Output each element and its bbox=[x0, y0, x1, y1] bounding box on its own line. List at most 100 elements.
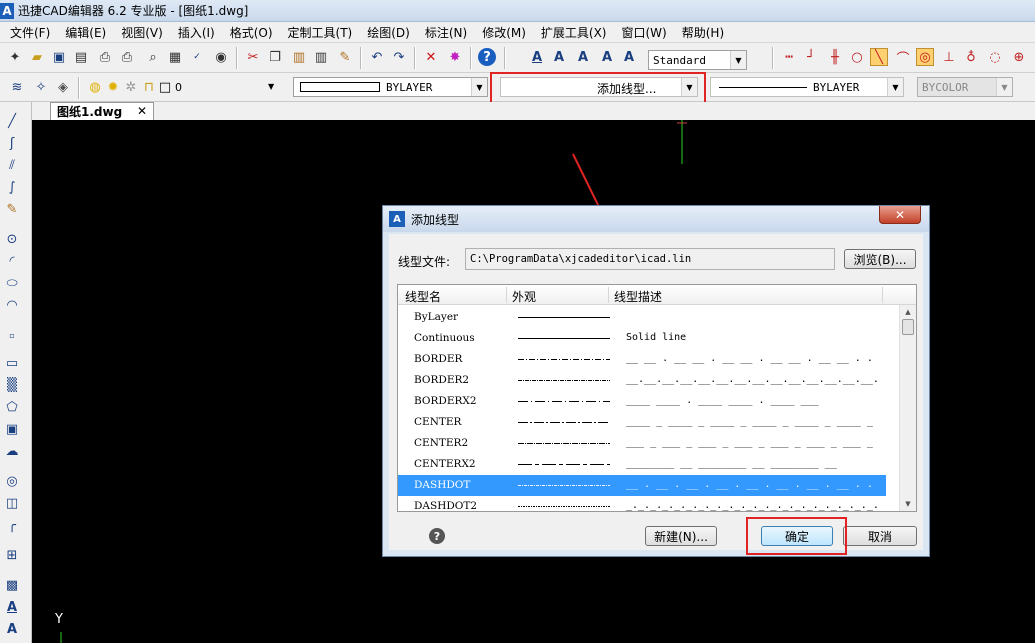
layer-chevron-down-icon[interactable]: ▼ bbox=[268, 82, 274, 91]
snap-midpoint-icon[interactable]: ┘ bbox=[802, 48, 820, 66]
scroll-down-icon[interactable]: ▼ bbox=[900, 497, 916, 511]
delete-icon[interactable]: ✕ bbox=[422, 48, 440, 66]
polygon-icon[interactable]: ⬠ bbox=[3, 398, 21, 416]
table-row[interactable]: DASHDOT __ . __ . __ . __ . __ . __ . __ … bbox=[398, 475, 886, 496]
fillet-icon[interactable]: ╭ bbox=[3, 516, 21, 534]
new-linetype-button[interactable]: 新建(N)... bbox=[645, 526, 717, 546]
table-icon[interactable]: ⊞ bbox=[3, 546, 21, 564]
menu-modify[interactable]: 修改(M) bbox=[472, 24, 531, 41]
circle-icon[interactable]: ⊙ bbox=[3, 230, 21, 248]
line-icon[interactable]: ╱ bbox=[3, 112, 21, 130]
layer-value[interactable]: 0 bbox=[175, 81, 182, 94]
region-icon[interactable]: ▣ bbox=[3, 420, 21, 438]
column-header-name[interactable]: 线型名 bbox=[405, 288, 441, 305]
table-row[interactable]: BORDERX2 ____ ____ . ____ ____ . ____ ___ bbox=[398, 391, 886, 412]
hatch-icon[interactable]: ▒ bbox=[3, 376, 21, 394]
match-properties-icon[interactable]: ✎ bbox=[336, 48, 354, 66]
tab-close-icon[interactable]: ✕ bbox=[137, 104, 147, 118]
edit-text-icon[interactable]: A bbox=[574, 48, 592, 66]
print-preview-icon[interactable]: ⌕ bbox=[144, 48, 162, 66]
text-tool-icon[interactable]: A bbox=[3, 598, 21, 616]
layer-freeze-sun-icon[interactable]: ✹ bbox=[104, 78, 122, 96]
menu-help[interactable]: 帮助(H) bbox=[672, 24, 729, 41]
chevron-down-icon[interactable]: ▼ bbox=[730, 51, 746, 69]
dialog-title-bar[interactable]: A 添加线型 ✕ bbox=[383, 206, 929, 232]
print-icon[interactable]: ⎙ bbox=[96, 48, 114, 66]
donut-icon[interactable]: ◎ bbox=[3, 472, 21, 490]
explode-icon[interactable]: ✸ bbox=[446, 48, 464, 66]
open-folder-icon[interactable]: ▰ bbox=[28, 48, 46, 66]
menu-custom-tools[interactable]: 定制工具(T) bbox=[278, 24, 358, 41]
menu-insert[interactable]: 插入(I) bbox=[168, 24, 220, 41]
multiline-icon[interactable]: ⫽ bbox=[3, 156, 21, 174]
scroll-thumb[interactable] bbox=[902, 319, 914, 335]
rectangle-icon[interactable]: ▭ bbox=[3, 354, 21, 372]
point-icon[interactable]: ▫ bbox=[3, 326, 21, 344]
cut-icon[interactable]: ✂ bbox=[244, 48, 262, 66]
gradient-icon[interactable]: ▩ bbox=[3, 576, 21, 594]
browse-button[interactable]: 浏览(B)... bbox=[844, 249, 916, 269]
table-row[interactable]: BORDER2 __.__.__.__.__.__.__.__.__.__.__.… bbox=[398, 370, 886, 391]
table-row[interactable]: ByLayer bbox=[398, 307, 886, 328]
paste-icon[interactable]: ▥ bbox=[290, 48, 308, 66]
menu-extended-tools[interactable]: 扩展工具(X) bbox=[531, 24, 612, 41]
menu-view[interactable]: 视图(V) bbox=[111, 24, 168, 41]
menu-file[interactable]: 文件(F) bbox=[0, 24, 55, 41]
column-header-description[interactable]: 线型描述 bbox=[614, 288, 662, 305]
table-row[interactable]: CENTER2 ___ _ ___ _ ___ _ ___ _ ___ _ ___… bbox=[398, 433, 886, 454]
menu-edit[interactable]: 编辑(E) bbox=[55, 24, 111, 41]
layer-on-bulb-icon[interactable]: ◍ bbox=[86, 78, 104, 96]
print-setup-icon[interactable]: ⎙ bbox=[118, 48, 136, 66]
layer-manager-icon[interactable]: ≋ bbox=[8, 78, 26, 96]
snap-tangent-icon[interactable]: ⌒ bbox=[894, 48, 912, 67]
chevron-down-icon[interactable]: ▼ bbox=[471, 78, 487, 96]
save-all-icon[interactable]: ▤ bbox=[72, 48, 90, 66]
multiline-text-icon[interactable]: A bbox=[550, 48, 568, 66]
dialog-close-button[interactable]: ✕ bbox=[879, 206, 921, 224]
layer-previous-icon[interactable]: ◈ bbox=[54, 78, 72, 96]
text-icon[interactable]: A bbox=[528, 48, 546, 66]
color-dropdown[interactable]: BYLAYER ▼ bbox=[293, 77, 488, 97]
snap-insertion-icon[interactable]: ♁ bbox=[962, 48, 980, 66]
snap-nearest-icon[interactable]: ╲ bbox=[870, 48, 888, 66]
cancel-button[interactable]: 取消 bbox=[843, 526, 917, 546]
linetype-list[interactable]: 线型名 外观 线型描述 ByLayer Continuous Solid line B… bbox=[397, 284, 917, 512]
paste-special-icon[interactable]: ▥ bbox=[312, 48, 330, 66]
menu-window[interactable]: 窗口(W) bbox=[612, 24, 672, 41]
help-question-icon[interactable]: ? bbox=[429, 528, 445, 544]
snap-none-icon[interactable]: ⊕ bbox=[1010, 48, 1028, 66]
find-text-icon[interactable]: A bbox=[620, 48, 638, 66]
copy-icon[interactable]: ❐ bbox=[266, 48, 284, 66]
save-icon[interactable]: ▣ bbox=[50, 48, 68, 66]
properties-icon[interactable]: ▦ bbox=[166, 48, 184, 66]
help-icon[interactable]: ? bbox=[478, 48, 496, 66]
undo-icon[interactable]: ↶ bbox=[368, 48, 386, 66]
snap-intersection-icon[interactable]: ╫ bbox=[826, 48, 844, 66]
table-row[interactable]: DASHDOT2 _._._._._._._._._._._._._._._._.… bbox=[398, 496, 886, 511]
polyline-icon[interactable]: ʃ bbox=[3, 134, 21, 152]
arc-icon[interactable]: ◜ bbox=[3, 252, 21, 270]
find-icon[interactable]: ◉ bbox=[212, 48, 230, 66]
spell-check-icon[interactable]: ✓ bbox=[188, 48, 206, 66]
lineweight-dropdown[interactable]: BYLAYER ▼ bbox=[710, 77, 904, 97]
menu-draw[interactable]: 绘图(D) bbox=[357, 24, 415, 41]
spline-icon[interactable]: ∫ bbox=[3, 178, 21, 196]
list-scrollbar[interactable]: ▲ ▼ bbox=[899, 305, 916, 511]
ellipse-icon[interactable]: ⬭ bbox=[3, 274, 21, 292]
chevron-down-icon[interactable]: ▼ bbox=[887, 78, 903, 96]
snap-quadrant-icon[interactable]: ◎ bbox=[916, 48, 934, 66]
layer-viewport-icon[interactable]: ✲ bbox=[122, 78, 140, 96]
freehand-icon[interactable]: ✎ bbox=[3, 200, 21, 218]
menu-dimension[interactable]: 标注(N) bbox=[415, 24, 472, 41]
cloud-icon[interactable]: ☁ bbox=[3, 442, 21, 460]
menu-format[interactable]: 格式(O) bbox=[220, 24, 278, 41]
tab-drawing1[interactable]: 图纸1.dwg ✕ bbox=[50, 102, 154, 120]
redo-icon[interactable]: ↷ bbox=[390, 48, 408, 66]
table-row[interactable]: Continuous Solid line bbox=[398, 328, 886, 349]
layer-state-icon[interactable]: ✧ bbox=[32, 78, 50, 96]
table-row[interactable]: CENTERX2 ________ __ ________ __ ________… bbox=[398, 454, 886, 475]
snap-node-icon[interactable]: ◌ bbox=[986, 48, 1004, 66]
snap-perpendicular-icon[interactable]: ⊥ bbox=[940, 48, 958, 66]
table-row[interactable]: CENTER ____ _ ____ _ ____ _ ____ _ ____ _… bbox=[398, 412, 886, 433]
ellipse-arc-icon[interactable]: ◠ bbox=[3, 296, 21, 314]
